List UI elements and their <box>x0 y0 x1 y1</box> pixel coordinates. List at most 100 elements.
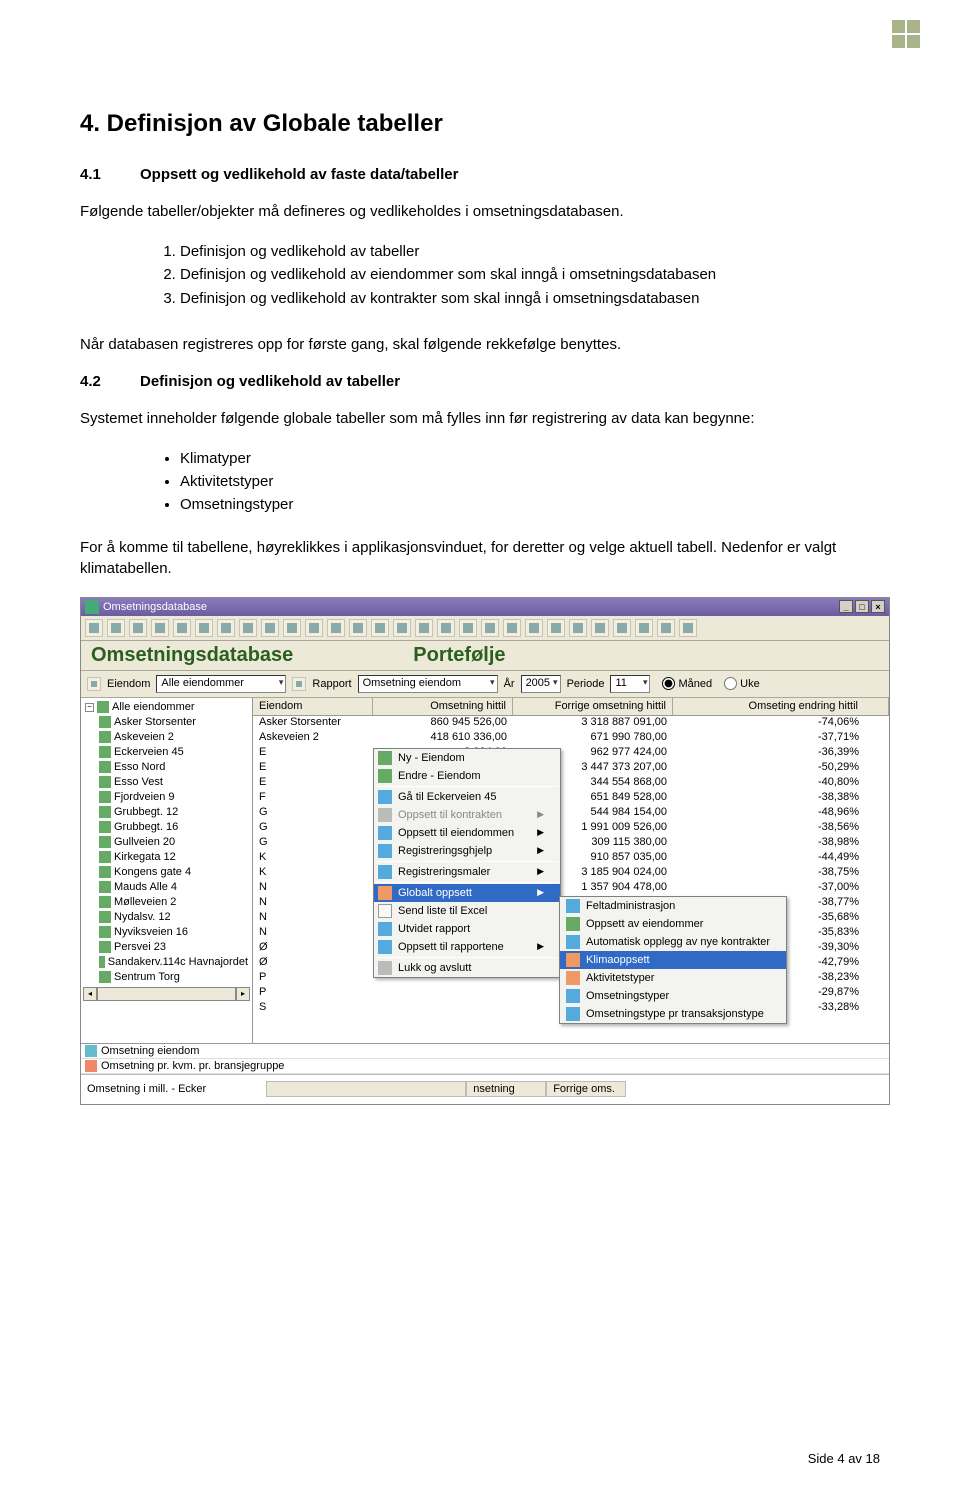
toolbar-icon[interactable] <box>503 619 521 637</box>
table-row[interactable]: G5 988,001 991 009 526,00-38,56% <box>253 821 889 836</box>
tree-item[interactable]: Fjordveien 9 <box>97 790 250 805</box>
toolbar-icon[interactable] <box>679 619 697 637</box>
tree-item[interactable]: Nyviksveien 16 <box>97 925 250 940</box>
eiendom-tree[interactable]: − Alle eiendommer Asker StorsenterAskeve… <box>81 698 253 1043</box>
toolbar-icon[interactable] <box>349 619 367 637</box>
minimize-button[interactable]: _ <box>839 600 853 613</box>
context-menu-item[interactable]: Oppsett til kontrakten▶ <box>374 806 560 824</box>
tree-item[interactable]: Nydalsv. 12 <box>97 910 250 925</box>
toolbar-icon[interactable] <box>613 619 631 637</box>
toolbar-icon[interactable] <box>107 619 125 637</box>
toolbar-icon[interactable] <box>569 619 587 637</box>
toolbar-icon[interactable] <box>635 619 653 637</box>
tree-item[interactable]: Kirkegata 12 <box>97 850 250 865</box>
table-row[interactable]: E2 084,00962 977 424,00-36,39% <box>253 746 889 761</box>
toolbar-icon[interactable] <box>239 619 257 637</box>
toolbar-icon[interactable] <box>305 619 323 637</box>
toolbar-icon[interactable] <box>173 619 191 637</box>
tree-item[interactable]: Sentrum Torg <box>97 970 250 985</box>
maaned-radio[interactable]: Måned <box>662 677 712 690</box>
toolbar-icon[interactable] <box>437 619 455 637</box>
toolbar-icon[interactable] <box>415 619 433 637</box>
context-menu-item[interactable]: Oppsett til eiendommen▶ <box>374 824 560 842</box>
context-menu-item[interactable]: Registreringsmaler▶ <box>374 863 560 881</box>
context-submenu[interactable]: FeltadministrasjonOppsett av eiendommerA… <box>559 896 787 1024</box>
rapport-combo[interactable]: Omsetning eiendom <box>358 675 498 693</box>
maximize-button[interactable]: □ <box>855 600 869 613</box>
scroll-right-icon[interactable]: ▸ <box>236 987 250 1001</box>
toolbar-icon[interactable] <box>371 619 389 637</box>
col-omsetning[interactable]: Omsetning hittil <box>373 698 513 715</box>
collapse-icon[interactable]: − <box>85 703 94 712</box>
toolbar-icon[interactable] <box>459 619 477 637</box>
submenu-item[interactable]: Oppsett av eiendommer <box>560 915 786 933</box>
toolbar-icon[interactable] <box>591 619 609 637</box>
context-menu-item[interactable]: Ny - Eiendom <box>374 749 560 767</box>
context-menu-item[interactable]: Oppsett til rapportene▶ <box>374 938 560 956</box>
tree-item[interactable]: Kongens gate 4 <box>97 865 250 880</box>
toolbar-icon[interactable] <box>393 619 411 637</box>
tree-item[interactable]: Askeveien 2 <box>97 730 250 745</box>
submenu-item[interactable]: Automatisk opplegg av nye kontrakter <box>560 933 786 951</box>
tree-item[interactable]: Esso Vest <box>97 775 250 790</box>
toolbar-icon[interactable] <box>481 619 499 637</box>
uke-radio[interactable]: Uke <box>724 677 760 690</box>
tree-item[interactable]: Mølleveien 2 <box>97 895 250 910</box>
table-row[interactable]: N4 338,001 357 904 478,00-37,00% <box>253 881 889 896</box>
context-menu-item[interactable]: Lukk og avslutt <box>374 959 560 977</box>
bottom-tab[interactable]: Omsetning pr. kvm. pr. bransjegruppe <box>81 1059 889 1074</box>
col-eiendom[interactable]: Eiendom <box>253 698 373 715</box>
toolbar-icon[interactable] <box>657 619 675 637</box>
tree-item[interactable]: Grubbegt. 12 <box>97 805 250 820</box>
tree-item[interactable]: Persvei 23 <box>97 940 250 955</box>
tree-hscrollbar[interactable]: ◂ ▸ <box>83 987 250 1001</box>
context-menu-item[interactable]: Utvidet rapport <box>374 920 560 938</box>
toolbar-icon[interactable] <box>525 619 543 637</box>
aar-combo[interactable]: 2005 <box>521 675 561 693</box>
toolbar-icon[interactable] <box>547 619 565 637</box>
table-row[interactable]: K7 438,003 185 904 024,00-38,75% <box>253 866 889 881</box>
tree-root[interactable]: − Alle eiendommer <box>83 700 250 715</box>
context-menu[interactable]: Ny - EiendomEndre - Eiendom Gå til Eckerv… <box>373 748 561 978</box>
context-menu-item[interactable]: Gå til Eckerveien 45 <box>374 788 560 806</box>
eiendom-combo[interactable]: Alle eiendommer <box>156 675 286 693</box>
toolbar-icon[interactable] <box>129 619 147 637</box>
table-row[interactable]: E6 890,003 447 373 207,00-50,29% <box>253 761 889 776</box>
tree-item[interactable]: Esso Nord <box>97 760 250 775</box>
table-row[interactable]: E9 368,00344 554 868,00-40,80% <box>253 776 889 791</box>
table-row[interactable]: G9 258,00309 115 380,00-38,98% <box>253 836 889 851</box>
toolbar-icon[interactable] <box>283 619 301 637</box>
toolbar-icon[interactable] <box>151 619 169 637</box>
toolbar-icon[interactable] <box>327 619 345 637</box>
context-menu-item[interactable]: Globalt oppsett▶ <box>374 884 560 902</box>
submenu-item[interactable]: Omsetningstype pr transaksjonstype <box>560 1005 786 1023</box>
submenu-item[interactable]: Omsetningstyper <box>560 987 786 1005</box>
toolbar-icon[interactable] <box>195 619 213 637</box>
table-row[interactable]: Askeveien 2418 610 336,00671 990 780,00-… <box>253 731 889 746</box>
tree-item[interactable]: Eckerveien 45 <box>97 745 250 760</box>
submenu-item[interactable]: Klimaoppsett <box>560 951 786 969</box>
tree-item[interactable]: Asker Storsenter <box>97 715 250 730</box>
table-row[interactable]: Asker Storsenter860 945 526,003 318 887 … <box>253 716 889 731</box>
context-menu-item[interactable]: Registreringsghjelp▶ <box>374 842 560 860</box>
col-forrige[interactable]: Forrige omsetning hittil <box>513 698 673 715</box>
tree-item[interactable]: Sandakerv.114c Havnajordet <box>97 955 250 970</box>
toolbar-icon[interactable] <box>217 619 235 637</box>
table-row[interactable]: G6 546,00544 984 154,00-48,96% <box>253 806 889 821</box>
close-button[interactable]: × <box>871 600 885 613</box>
toolbar-icon[interactable] <box>85 619 103 637</box>
periode-combo[interactable]: 11 <box>610 675 650 693</box>
tree-item[interactable]: Grubbegt. 16 <box>97 820 250 835</box>
submenu-item[interactable]: Aktivitetstyper <box>560 969 786 987</box>
tree-item[interactable]: Gullveien 20 <box>97 835 250 850</box>
tree-item[interactable]: Mauds Alle 4 <box>97 880 250 895</box>
col-endring[interactable]: Omseting endring hittil <box>673 698 889 715</box>
context-menu-item[interactable]: Endre - Eiendom <box>374 767 560 785</box>
toolbar-icon[interactable] <box>261 619 279 637</box>
context-menu-item[interactable]: Send liste til Excel <box>374 902 560 920</box>
table-row[interactable]: K2 336,00910 857 035,00-44,49% <box>253 851 889 866</box>
scroll-left-icon[interactable]: ◂ <box>83 987 97 1001</box>
table-row[interactable]: F9 832,00651 849 528,00-38,38% <box>253 791 889 806</box>
submenu-item[interactable]: Feltadministrasjon <box>560 897 786 915</box>
bottom-tab[interactable]: Omsetning eiendom <box>81 1044 889 1059</box>
